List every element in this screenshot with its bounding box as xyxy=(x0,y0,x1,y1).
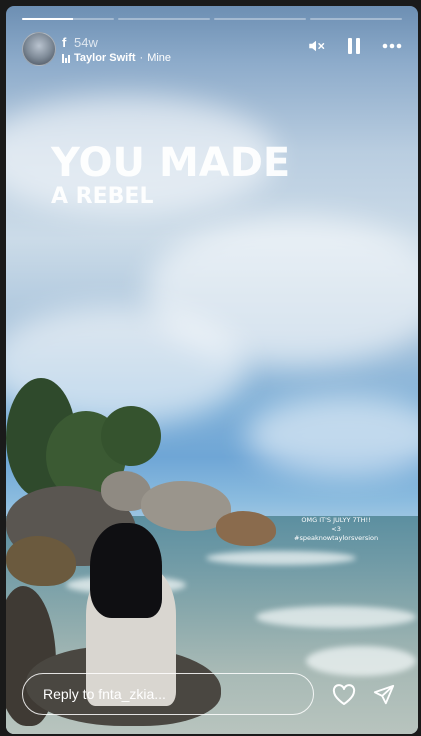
wave-foam xyxy=(306,646,416,676)
story-header: f 54w Taylor Swift · Mine xyxy=(22,32,402,72)
music-bars-icon xyxy=(62,53,70,63)
tree xyxy=(101,406,161,466)
send-icon[interactable] xyxy=(371,682,397,708)
story-headline: YOU MADE A REBEL xyxy=(51,142,290,210)
music-artist: Taylor Swift xyxy=(74,52,136,64)
progress-segment xyxy=(214,18,306,20)
story-controls xyxy=(306,36,402,56)
progress-fill xyxy=(22,18,73,20)
music-info[interactable]: Taylor Swift · Mine xyxy=(62,52,171,64)
caption-hashtag: #speaknowtaylorsversion xyxy=(294,534,379,542)
progress-segment xyxy=(118,18,210,20)
cloud xyxy=(246,396,418,476)
story-frame[interactable]: f 54w Taylor Swift · Mine YOU MADE A REB… xyxy=(6,6,418,734)
heart-icon[interactable] xyxy=(331,682,357,708)
story-progress xyxy=(22,18,402,20)
rock xyxy=(216,511,276,546)
caption-line-2: <3 xyxy=(331,525,341,533)
muted-speaker-icon[interactable] xyxy=(306,36,326,56)
wave-foam xyxy=(206,551,356,565)
post-time: 54w xyxy=(74,35,98,50)
music-track: Mine xyxy=(147,52,172,64)
story-caption: OMG IT'S JULYY 7TH!! <3 #speaknowtaylors… xyxy=(294,516,378,543)
music-separator: · xyxy=(139,52,144,64)
progress-segment xyxy=(310,18,402,20)
avatar[interactable] xyxy=(22,32,56,66)
person-hair xyxy=(90,523,162,618)
pause-icon[interactable] xyxy=(344,36,364,56)
headline-line-2: A REBEL xyxy=(51,184,154,209)
caption-line-1: OMG IT'S JULYY 7TH!! xyxy=(301,516,371,524)
more-icon[interactable] xyxy=(382,36,402,56)
wave-foam xyxy=(256,606,416,628)
reply-input[interactable] xyxy=(22,673,314,715)
username[interactable]: f xyxy=(62,35,66,50)
progress-segment xyxy=(22,18,114,20)
headline-line-1: YOU MADE xyxy=(51,140,291,186)
